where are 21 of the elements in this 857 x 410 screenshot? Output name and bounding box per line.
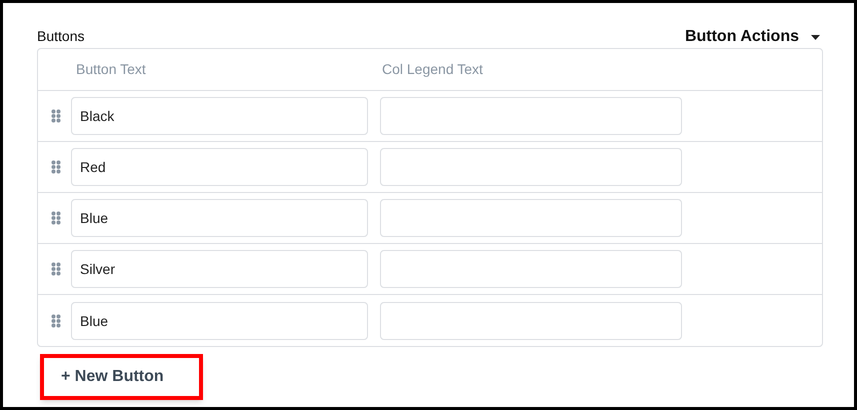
text-input[interactable]	[380, 148, 682, 186]
text-input[interactable]: Blue	[71, 302, 368, 340]
text-input[interactable]	[380, 302, 682, 340]
text-input[interactable]: Silver	[71, 250, 368, 288]
text-input[interactable]	[380, 97, 682, 135]
text-input[interactable]: Blue	[71, 199, 368, 237]
new-button[interactable]: + New Button	[40, 354, 203, 400]
column-header: Button Text	[76, 60, 147, 79]
drag-handle-icon[interactable]	[51, 262, 61, 276]
text-input[interactable]: Black	[71, 97, 368, 135]
drag-handle-icon[interactable]	[51, 211, 61, 225]
drag-handle-icon[interactable]	[51, 314, 61, 328]
section-title: Buttons	[37, 27, 84, 46]
caret-icon	[811, 34, 820, 40]
drag-handle-icon[interactable]	[51, 160, 61, 174]
actions-menu[interactable]: Button Actions	[684, 25, 820, 49]
text-input[interactable]	[380, 250, 682, 288]
drag-handle-icon[interactable]	[51, 109, 61, 123]
text-input[interactable]: Red	[71, 148, 368, 186]
column-header: Col Legend Text	[382, 60, 483, 79]
text-input[interactable]	[380, 199, 682, 237]
